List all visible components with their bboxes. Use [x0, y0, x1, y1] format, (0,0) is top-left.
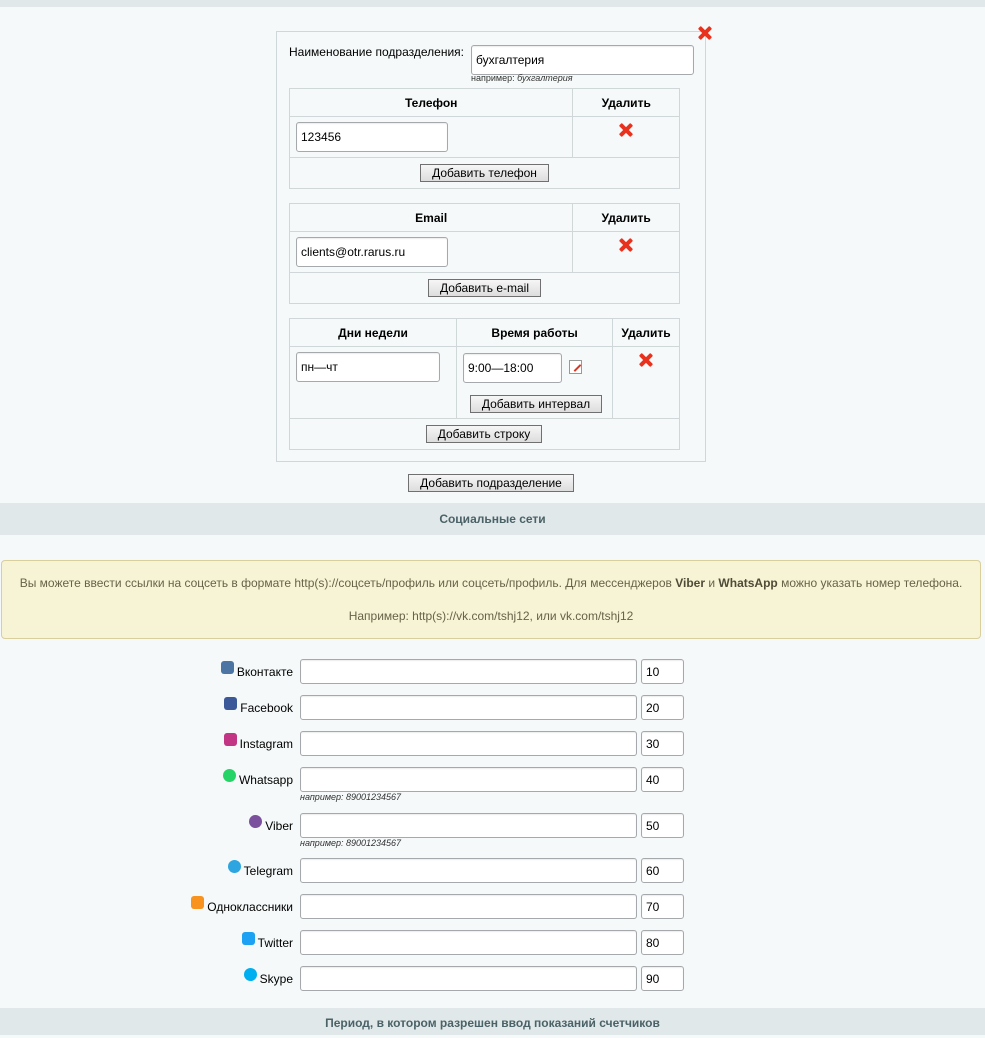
social-label-text: Twitter	[257, 936, 293, 950]
social-sort-input[interactable]	[641, 659, 684, 684]
social-notice: Вы можете ввести ссылки на соцсеть в фор…	[1, 560, 981, 639]
social-sort-input[interactable]	[641, 731, 684, 756]
social-sort-input[interactable]	[641, 966, 684, 991]
social-sort-input[interactable]	[641, 695, 684, 720]
social-label-text: Skype	[259, 972, 293, 986]
social-link-input[interactable]	[300, 858, 637, 883]
social-label-text: Instagram	[239, 737, 293, 751]
department-name-input[interactable]	[471, 45, 694, 75]
add-email-button[interactable]: Добавить e-mail	[428, 279, 541, 297]
email-input[interactable]	[296, 237, 448, 267]
social-hint: например: 89001234567	[300, 838, 402, 848]
social-label-text: Одноклассники	[207, 900, 293, 914]
add-phone-button[interactable]: Добавить телефон	[420, 164, 549, 182]
add-row-button[interactable]: Добавить строку	[426, 425, 542, 443]
social-link-input[interactable]	[300, 930, 637, 955]
time-column-header: Время работы	[456, 318, 614, 347]
twitter-icon	[241, 932, 255, 945]
days-input[interactable]	[296, 352, 440, 382]
schedule-delete-column-header: Удалить	[612, 318, 680, 347]
social-link-input[interactable]	[300, 659, 637, 684]
social-label: Facebook	[100, 697, 293, 715]
facebook-icon	[224, 697, 238, 710]
phone-column-header: Телефон	[288, 88, 574, 117]
social-link-input[interactable]	[300, 731, 637, 756]
period-section-title: Период, в котором разрешен ввод показани…	[0, 1008, 985, 1035]
viber-icon	[249, 815, 263, 828]
whatsapp-icon	[222, 769, 236, 782]
department-name-label: Наименование подразделения:	[289, 45, 464, 59]
social-hint: например: 89001234567	[300, 792, 402, 802]
email-delete-column-header: Удалить	[572, 203, 680, 232]
social-link-input[interactable]	[300, 894, 637, 919]
delete-email-icon[interactable]	[619, 238, 633, 252]
social-label-text: Facebook	[240, 701, 293, 715]
social-link-input[interactable]	[300, 966, 637, 991]
social-label: Whatsapp	[100, 769, 293, 787]
social-label-text: Viber	[265, 819, 293, 833]
remove-department-icon[interactable]	[698, 26, 712, 40]
social-sort-input[interactable]	[641, 930, 684, 955]
social-label-text: Telegram	[243, 864, 293, 878]
add-department-button[interactable]: Добавить подразделение	[408, 474, 574, 492]
skype-icon	[243, 968, 257, 981]
instagram-icon	[223, 733, 237, 746]
social-label: Одноклассники	[100, 896, 293, 914]
social-sort-input[interactable]	[641, 858, 684, 883]
delete-phone-icon[interactable]	[619, 123, 633, 137]
social-sort-input[interactable]	[641, 813, 684, 838]
social-link-input[interactable]	[300, 695, 637, 720]
social-link-input[interactable]	[300, 767, 637, 792]
social-label: Telegram	[100, 860, 293, 878]
add-interval-button[interactable]: Добавить интервал	[470, 395, 602, 413]
notice-line-2: Например: http(s)://vk.com/tshj12, или v…	[348, 609, 634, 623]
social-label: Viber	[100, 815, 293, 833]
social-sort-input[interactable]	[641, 767, 684, 792]
notice-line-1: Вы можете ввести ссылки на соцсеть в фор…	[19, 576, 963, 590]
edit-interval-icon[interactable]	[569, 360, 582, 374]
top-section-bar	[0, 0, 985, 7]
telegram-icon	[227, 860, 241, 873]
time-input[interactable]	[463, 353, 562, 383]
email-column-header: Email	[288, 203, 574, 232]
social-label: Instagram	[100, 733, 293, 751]
phone-input[interactable]	[296, 122, 448, 152]
social-link-input[interactable]	[300, 813, 637, 838]
phone-delete-column-header: Удалить	[572, 88, 680, 117]
social-label-text: Вконтакте	[236, 665, 293, 679]
social-label: Twitter	[100, 932, 293, 950]
social-sort-input[interactable]	[641, 894, 684, 919]
social-label: Вконтакте	[100, 661, 293, 679]
days-column-header: Дни недели	[288, 318, 458, 347]
social-label: Skype	[100, 968, 293, 986]
vk-icon	[220, 661, 234, 674]
odnoklassniki-icon	[191, 896, 205, 909]
department-name-hint: например: бухгалтерия	[471, 73, 573, 83]
social-label-text: Whatsapp	[238, 773, 293, 787]
delete-schedule-row-icon[interactable]	[639, 353, 653, 367]
social-section-title: Социальные сети	[0, 503, 985, 535]
